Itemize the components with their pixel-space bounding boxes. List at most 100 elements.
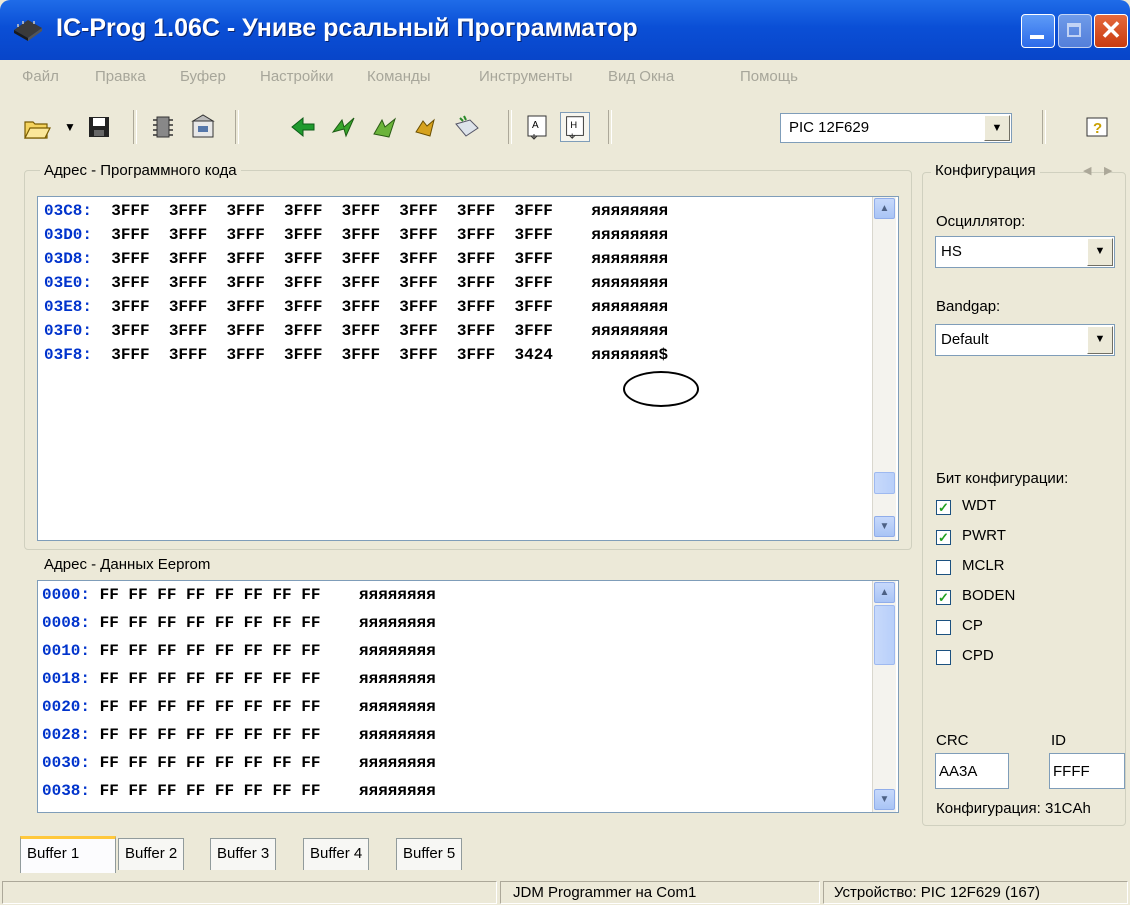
window-title: IC-Prog 1.06C - Униве рсальный Программа… <box>56 14 638 42</box>
mclr-checkbox[interactable] <box>936 560 951 575</box>
pwrt-label: PWRT <box>962 527 1006 544</box>
tab-buffer-4[interactable]: Buffer 4 <box>303 838 370 870</box>
program-memory-view[interactable]: 03C8: 3FFF 3FFF 3FFF 3FFF 3FFF 3FFF 3FFF… <box>37 196 899 541</box>
chevron-down-icon[interactable]: ▼ <box>1087 326 1113 354</box>
table-row: 0030: FF FF FF FF FF FF FF FF яяяяяяяя <box>42 754 436 772</box>
help-icon[interactable]: ? <box>1082 112 1112 142</box>
oscillator-value: HS <box>941 243 962 260</box>
menu-settings[interactable]: Настройки <box>260 68 334 85</box>
menu-help[interactable]: Помощь <box>740 68 798 85</box>
menu-bar: Файл Правка Буфер Настройки Команды Инст… <box>0 60 1130 92</box>
table-row: 03E0: 3FFF 3FFF 3FFF 3FFF 3FFF 3FFF 3FFF… <box>44 274 669 292</box>
wdt-checkbox[interactable]: ✓ <box>936 500 951 515</box>
config-title: Конфигурация <box>931 162 1040 179</box>
bandgap-label: Bandgap: <box>936 298 1001 315</box>
menu-commands[interactable]: Команды <box>367 68 431 85</box>
table-row: 03D0: 3FFF 3FFF 3FFF 3FFF 3FFF 3FFF 3FFF… <box>44 226 669 244</box>
maximize-button[interactable] <box>1058 14 1092 48</box>
menu-tools[interactable]: Инструменты <box>479 68 573 85</box>
oscillator-label: Осциллятор: <box>936 213 1026 230</box>
scroll-down-icon[interactable]: ▼ <box>874 789 895 810</box>
config-bits-label: Бит конфигурации: <box>936 470 1069 487</box>
program-memory-label: Адрес - Программного кода <box>40 162 241 179</box>
assembler-view-icon[interactable]: A <box>522 112 552 142</box>
tab-buffer-2[interactable]: Buffer 2 <box>118 838 185 870</box>
table-row: 0028: FF FF FF FF FF FF FF FF яяяяяяяя <box>42 726 436 744</box>
menu-file[interactable]: Файл <box>22 68 59 85</box>
save-disk-icon[interactable] <box>84 112 114 142</box>
id-label: ID <box>1051 732 1066 749</box>
eeprom-view[interactable]: 0000: FF FF FF FF FF FF FF FF яяяяяяяя 0… <box>37 580 899 813</box>
scroll-thumb[interactable] <box>874 472 895 494</box>
program-scrollbar[interactable]: ▲ ▼ <box>872 197 896 540</box>
verify-chip-icon[interactable] <box>410 112 440 142</box>
settings-icon[interactable] <box>188 112 218 142</box>
toolbar-separator <box>1042 110 1046 144</box>
boden-checkbox[interactable]: ✓ <box>936 590 951 605</box>
hex-view-button[interactable]: H <box>560 112 590 142</box>
scroll-down-icon[interactable]: ▼ <box>874 516 895 537</box>
mclr-label: MCLR <box>962 557 1005 574</box>
status-programmer: JDM Programmer на Com1 <box>500 881 820 904</box>
status-device: Устройство: PIC 12F629 (167) <box>823 881 1128 904</box>
table-row: 0020: FF FF FF FF FF FF FF FF яяяяяяяя <box>42 698 436 716</box>
menu-edit[interactable]: Правка <box>95 68 146 85</box>
device-select[interactable]: PIC 12F629 ▼ <box>780 113 1012 143</box>
open-dropdown-icon[interactable]: ▼ <box>55 112 85 142</box>
table-row: 0008: FF FF FF FF FF FF FF FF яяяяяяяя <box>42 614 436 632</box>
oscillator-select[interactable]: HS ▼ <box>935 236 1115 268</box>
svg-text:H: H <box>570 120 577 130</box>
eeprom-scrollbar[interactable]: ▲ ▼ <box>872 581 896 812</box>
bandgap-value: Default <box>941 331 989 348</box>
cp-checkbox[interactable] <box>936 620 951 635</box>
title-bar: IC-Prog 1.06C - Униве рсальный Программа… <box>0 0 1130 60</box>
chevron-down-icon[interactable]: ▼ <box>984 115 1010 141</box>
bandgap-select[interactable]: Default ▼ <box>935 324 1115 356</box>
highlight-ellipse <box>623 371 699 407</box>
table-row: 03D8: 3FFF 3FFF 3FFF 3FFF 3FFF 3FFF 3FFF… <box>44 250 669 268</box>
program-chip-icon[interactable] <box>328 112 358 142</box>
boden-label: BODEN <box>962 587 1016 604</box>
table-row: 0000: FF FF FF FF FF FF FF FF яяяяяяяя <box>42 586 436 604</box>
table-row: 03E8: 3FFF 3FFF 3FFF 3FFF 3FFF 3FFF 3FFF… <box>44 298 669 316</box>
chevron-right-icon[interactable]: ▶ <box>1104 164 1112 177</box>
svg-text:A: A <box>532 120 539 131</box>
blank-check-icon[interactable] <box>452 112 482 142</box>
crc-field[interactable]: AA3A <box>935 753 1009 789</box>
config-group <box>922 172 1126 826</box>
erase-chip-icon[interactable] <box>370 112 400 142</box>
toolbar-separator <box>608 110 612 144</box>
svg-text:?: ? <box>1093 120 1102 137</box>
config-word: Конфигурация: 31CAh <box>936 800 1091 817</box>
scroll-thumb[interactable] <box>874 605 895 665</box>
tab-buffer-1[interactable]: Buffer 1 <box>20 836 116 873</box>
chip-icon <box>14 20 42 41</box>
menu-buffer[interactable]: Буфер <box>180 68 226 85</box>
tab-buffer-3[interactable]: Buffer 3 <box>210 838 277 870</box>
table-row: 0018: FF FF FF FF FF FF FF FF яяяяяяяя <box>42 670 436 688</box>
minimize-button[interactable] <box>1021 14 1055 48</box>
scroll-up-icon[interactable]: ▲ <box>874 582 895 603</box>
tab-buffer-5[interactable]: Buffer 5 <box>396 838 463 870</box>
table-row: 03C8: 3FFF 3FFF 3FFF 3FFF 3FFF 3FFF 3FFF… <box>44 202 669 220</box>
toolbar-separator <box>235 110 239 144</box>
chip-view-icon[interactable] <box>148 112 178 142</box>
id-field[interactable]: FFFF <box>1049 753 1125 789</box>
pwrt-checkbox[interactable]: ✓ <box>936 530 951 545</box>
cpd-label: CPD <box>962 647 994 664</box>
status-panel-empty <box>2 881 497 904</box>
cpd-checkbox[interactable] <box>936 650 951 665</box>
scroll-up-icon[interactable]: ▲ <box>874 198 895 219</box>
chevron-left-icon[interactable]: ◀ <box>1083 164 1091 177</box>
open-folder-icon[interactable] <box>22 112 52 142</box>
device-select-value: PIC 12F629 <box>789 119 870 136</box>
close-button[interactable]: ✕ <box>1094 14 1128 48</box>
toolbar-separator <box>133 110 137 144</box>
cp-label: CP <box>962 617 983 634</box>
wdt-label: WDT <box>962 497 997 514</box>
table-row: 0010: FF FF FF FF FF FF FF FF яяяяяяяя <box>42 642 436 660</box>
menu-window-view[interactable]: Вид Окна <box>608 68 674 85</box>
chevron-down-icon[interactable]: ▼ <box>1087 238 1113 266</box>
read-chip-icon[interactable] <box>288 112 318 142</box>
toolbar-separator <box>508 110 512 144</box>
